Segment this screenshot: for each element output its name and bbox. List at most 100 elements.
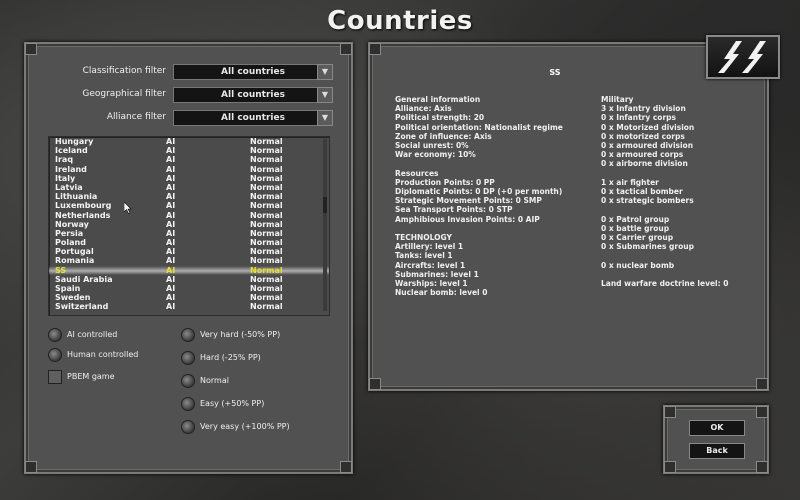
country-control: AI [166,155,176,165]
country-name: Switzerland [55,302,109,312]
country-row[interactable]: Netherlands AI Normal [49,211,329,220]
country-row[interactable]: Portugal AI Normal [49,247,329,256]
action-button-panel: OK Back [663,405,769,474]
country-row[interactable]: Sweden AI Normal [49,293,329,302]
country-row[interactable]: Lithuania AI Normal [49,192,329,201]
radio-icon[interactable] [181,328,195,342]
country-info-panel: SS General information Alliance: Axis Pol… [368,42,769,391]
country-difficulty: Normal [250,210,283,220]
country-name: Persia [55,228,84,238]
resources-line: Sea Transport Points: 0 STP [395,205,513,215]
resources-line: Strategic Movement Points: 0 SMP [395,196,542,206]
radio-icon[interactable] [48,348,62,362]
chevron-down-icon[interactable]: ▼ [317,87,333,103]
general-info-line: Alliance: Axis [395,104,452,114]
country-control: AI [166,182,176,192]
radio-icon[interactable] [181,397,195,411]
country-difficulty: Normal [250,146,283,156]
back-button[interactable]: Back [689,443,745,459]
military-ground-line: 3 x Infantry division [601,104,686,114]
country-row[interactable]: Italy AI Normal [49,174,329,183]
country-row[interactable]: Norway AI Normal [49,220,329,229]
chevron-down-icon[interactable]: ▼ [317,64,333,80]
country-name: Portugal [55,247,94,257]
ok-button[interactable]: OK [689,420,745,436]
country-difficulty: Normal [250,256,283,266]
resources-line: Amphibious Invasion Points: 0 AIP [395,214,540,224]
country-row[interactable]: Saudi Arabia AI Normal [49,275,329,284]
general-info-line: Political orientation: Nationalist regim… [395,122,563,132]
country-row[interactable]: Iceland AI Normal [49,146,329,155]
country-control: AI [166,173,176,183]
country-difficulty: Normal [250,155,283,165]
country-difficulty: Normal [250,265,283,275]
page-title: Countries [327,6,473,36]
country-name: Latvia [55,182,83,192]
country-control: AI [166,284,176,293]
country-row[interactable]: Latvia AI Normal [49,183,329,192]
country-row[interactable]: Luxembourg AI Normal [49,201,329,210]
scrollbar-thumb[interactable] [323,197,327,213]
country-difficulty: Normal [250,182,283,192]
country-row[interactable]: Persia AI Normal [49,229,329,238]
resources-line: Production Points: 0 PP [395,177,495,187]
country-row[interactable]: Poland AI Normal [49,238,329,247]
selected-country-name: SS [549,68,561,77]
classification-filter-label: Classification filter [82,66,166,76]
country-control: AI [166,146,176,156]
country-name: Romania [55,256,95,266]
chevron-down-icon[interactable]: ▼ [317,110,333,126]
country-selection-panel: Classification filter All countries ▼ Ge… [24,42,353,474]
military-naval-line: 0 x Patrol group [601,214,670,224]
country-difficulty: Normal [250,137,283,146]
country-difficulty: Normal [250,293,283,303]
country-difficulty: Normal [250,192,283,202]
country-control: AI [166,293,176,303]
classification-filter-select[interactable]: All countries ▼ [173,64,333,80]
military-ground-line: 0 x Motorized division [601,122,695,132]
technology-line: Submarines: level 1 [395,269,479,279]
country-name: Poland [55,238,86,248]
country-difficulty: Normal [250,274,283,284]
country-row[interactable]: SS AI Normal [49,265,329,275]
radio-icon[interactable] [181,351,195,365]
radio-icon[interactable] [181,420,195,434]
general-header: General information [395,95,481,104]
country-difficulty: Normal [250,164,283,174]
country-control: AI [166,192,176,202]
country-list[interactable]: Hungary AI Normal Iceland AI Normal Iraq AI Norm… [48,136,330,316]
country-difficulty: Normal [250,219,283,229]
country-row[interactable]: Spain AI Normal [49,284,329,293]
country-control: AI [166,164,176,174]
country-row[interactable]: Hungary AI Normal [49,137,329,146]
country-name: SS [55,265,67,275]
geographical-filter-label: Geographical filter [82,89,166,99]
country-control: AI [166,238,176,248]
military-ground-line: 0 x airborne division [601,159,688,169]
technology-header: TECHNOLOGY [395,233,452,243]
scrollbar[interactable] [323,139,327,311]
country-name: Saudi Arabia [55,274,113,284]
country-control: AI [166,274,176,284]
checkbox-icon[interactable] [48,370,62,384]
geographical-filter-select[interactable]: All countries ▼ [173,87,333,103]
technology-line: Warships: level 1 [395,279,468,289]
country-row[interactable]: Ireland AI Normal [49,165,329,174]
radio-icon[interactable] [181,374,195,388]
country-name: Iraq [55,155,74,165]
doctrine-line: Land warfare doctrine level: 0 [601,279,729,288]
country-row[interactable]: Romania AI Normal [49,256,329,265]
country-name: Ireland [55,164,87,174]
country-flag-icon [706,35,780,79]
country-name: Lithuania [55,192,98,202]
general-info-line: Political strength: 20 [395,113,485,123]
country-control: AI [166,302,176,312]
country-row[interactable]: Iraq AI Normal [49,155,329,164]
country-info-right-column: Military 3 x Infantry division 0 x Infant… [601,95,728,288]
country-row[interactable]: Switzerland AI Normal [49,302,329,311]
alliance-filter-select[interactable]: All countries ▼ [173,110,333,126]
technology-line: Artillery: level 1 [395,242,464,252]
country-name: Hungary [55,137,94,146]
military-nuclear-line: 0 x nuclear bomb [601,260,675,270]
radio-icon[interactable] [48,328,62,342]
